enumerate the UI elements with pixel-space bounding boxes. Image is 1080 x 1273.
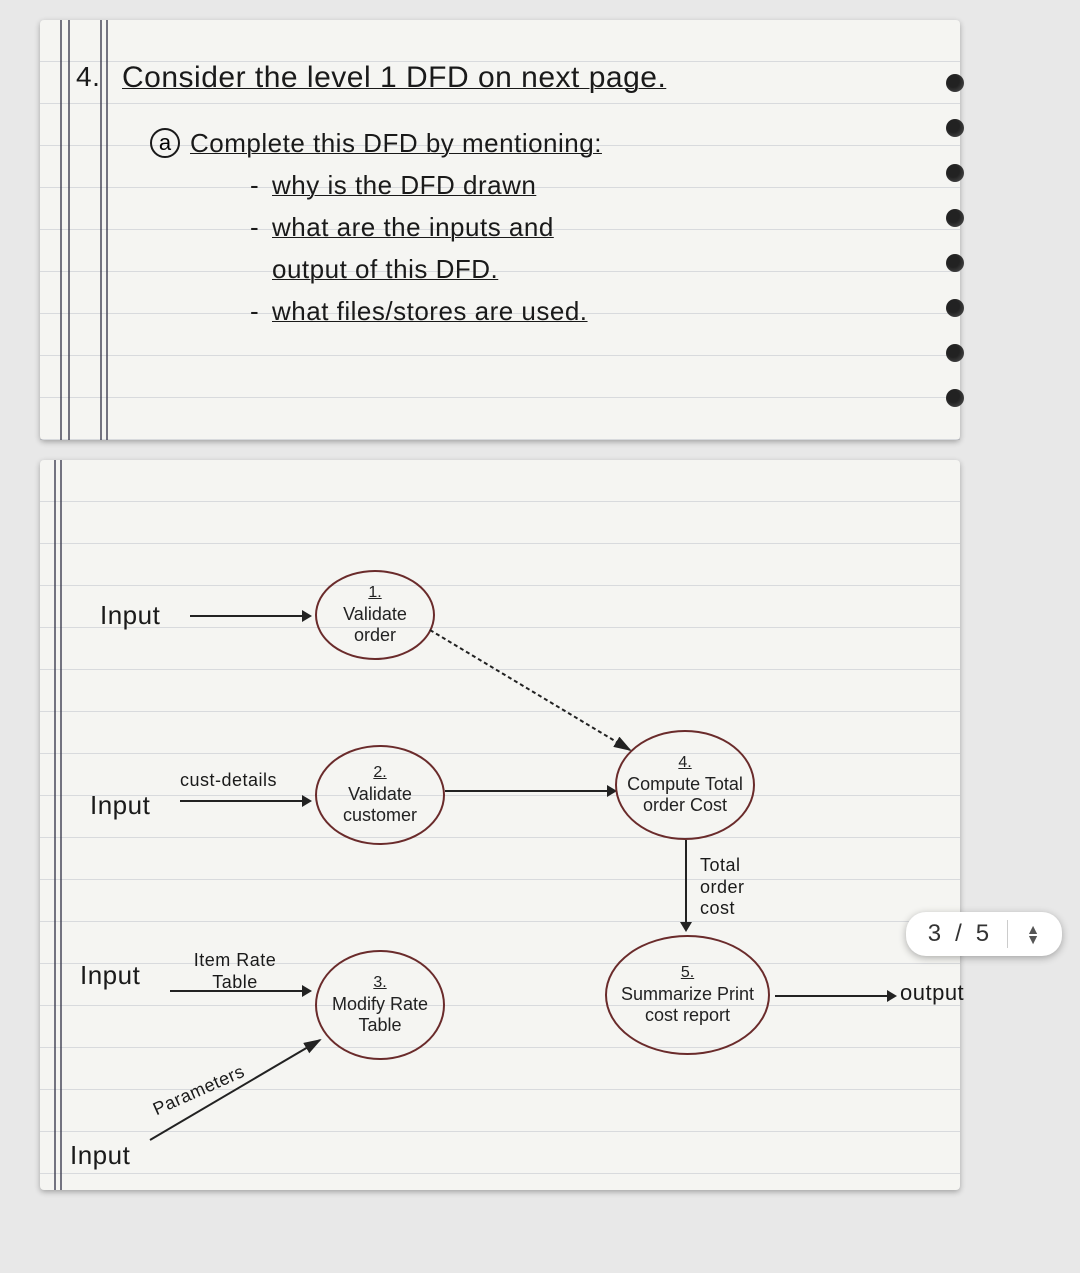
bullet-2-line1: what are the inputs and (272, 212, 554, 243)
process-1-name: Validate order (321, 604, 429, 646)
process-2-num: 2. (373, 764, 386, 782)
process-2-name: Validate customer (321, 784, 439, 826)
input-3-flow-label: Item Rate Table (170, 950, 300, 993)
arrow-in3-p3 (170, 990, 310, 992)
bullet-dash: - (250, 296, 259, 327)
process-4-num: 4. (678, 754, 691, 772)
bullet-dash: - (250, 212, 259, 243)
part-a-label: a (150, 128, 180, 158)
page-sep: / (955, 920, 962, 948)
arrow-p2-p4 (445, 790, 615, 792)
spiral-binding (936, 60, 966, 420)
chevron-down-icon[interactable]: ▼ (1026, 934, 1040, 944)
notebook-page-bottom: Input 1. Validate order Input cust-detai… (40, 460, 960, 1190)
question-number: 4. (76, 60, 100, 94)
process-5-num: 5. (681, 964, 694, 982)
process-1-num: 1. (368, 584, 381, 602)
page-stepper[interactable]: ▲ ▼ (1026, 924, 1040, 944)
input-1-label: Input (100, 600, 160, 631)
ruled-lines (40, 460, 960, 1190)
process-5-name: Summarize Print cost report (611, 984, 764, 1026)
question-title: Consider the level 1 DFD on next page. (122, 60, 666, 96)
process-5-summarize-report: 5. Summarize Print cost report (605, 935, 770, 1055)
page-counter: 3 / 5 ▲ ▼ (906, 912, 1062, 956)
arrow-in1-p1 (190, 615, 310, 617)
notebook-page-top: 4. Consider the level 1 DFD on next page… (40, 20, 960, 440)
margin-line (60, 20, 62, 440)
arrow-p4-p5 (685, 840, 687, 930)
input-2-flow-label: cust-details (180, 770, 277, 792)
process-3-num: 3. (373, 974, 386, 992)
input-2-label: Input (90, 790, 150, 821)
input-4-label: Input (70, 1140, 130, 1171)
page-total: 5 (976, 920, 989, 948)
bullet-1: why is the DFD drawn (272, 170, 536, 201)
part-a-text: Complete this DFD by mentioning: (190, 128, 602, 159)
input-3-label: Input (80, 960, 140, 991)
process-3-modify-rate-table: 3. Modify Rate Table (315, 950, 445, 1060)
margin-line (68, 20, 70, 440)
page-counter-divider (1007, 920, 1008, 948)
process-3-name: Modify Rate Table (321, 994, 439, 1036)
arrow-in2-p2 (180, 800, 310, 802)
bullet-2-line2: output of this DFD. (272, 254, 498, 285)
arrow-p5-output (775, 995, 895, 997)
process-2-validate-customer: 2. Validate customer (315, 745, 445, 845)
margin-line (60, 460, 62, 1190)
margin-line (106, 20, 108, 440)
flow-p4-p5-label: Total order cost (700, 855, 780, 920)
bullet-3: what files/stores are used. (272, 296, 588, 327)
process-4-name: Compute Total order Cost (621, 774, 749, 816)
page-current: 3 (928, 920, 941, 948)
bullet-dash: - (250, 170, 259, 201)
process-4-compute-cost: 4. Compute Total order Cost (615, 730, 755, 840)
output-label: output (900, 980, 964, 1006)
margin-line (54, 460, 56, 1190)
process-1-validate-order: 1. Validate order (315, 570, 435, 660)
